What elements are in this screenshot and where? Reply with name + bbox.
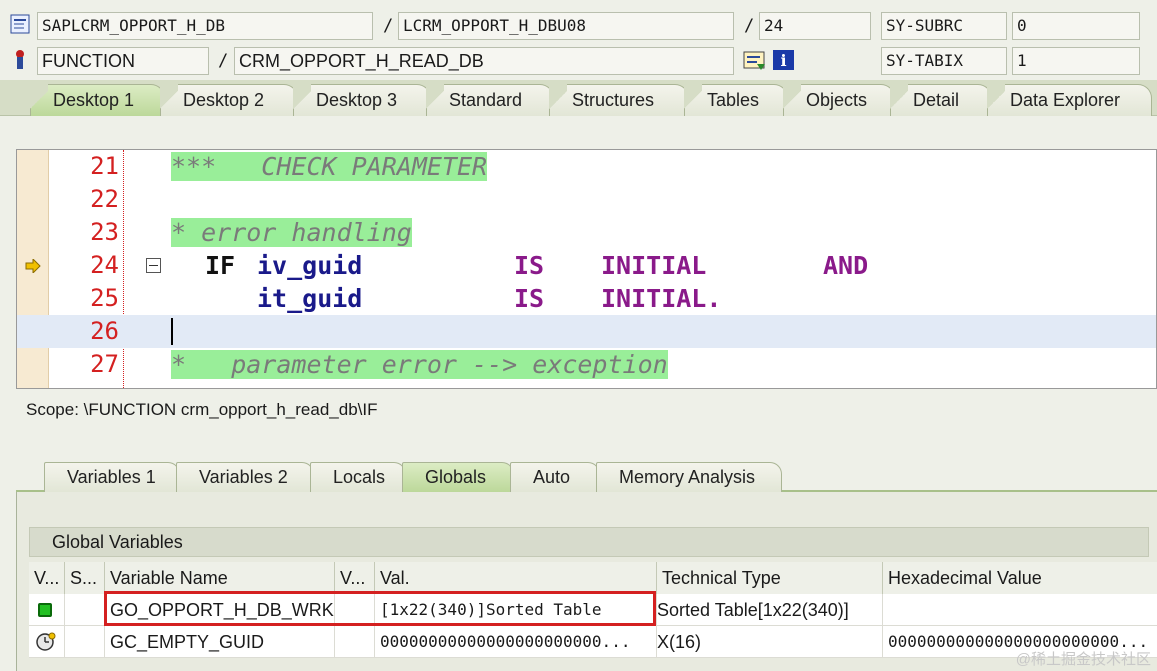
tab-structures[interactable]: Structures: [549, 84, 689, 116]
highlight-box: [104, 591, 656, 626]
include-field[interactable]: LCRM_OPPORT_H_DBU08: [398, 12, 734, 40]
table-header: V... S... Variable Name V... Val. Techni…: [29, 562, 1157, 594]
tab-globals[interactable]: Globals: [402, 462, 514, 492]
keyword: INITIAL: [601, 251, 707, 280]
hex-cell: [883, 594, 1157, 626]
globals-panel: Global Variables V... S... Variable Name…: [16, 492, 1157, 671]
column-header[interactable]: V...: [29, 562, 65, 594]
code-line[interactable]: 22: [17, 183, 1156, 216]
variable: it_guid: [257, 284, 363, 313]
code-line[interactable]: 25 it_guid IS INITIAL.: [17, 282, 1156, 315]
column-header[interactable]: Variable Name: [105, 562, 335, 594]
line-number: 24: [90, 251, 119, 279]
line-number: 25: [90, 284, 119, 312]
separator-slash: /: [744, 16, 755, 36]
comment: * error handling: [171, 218, 412, 247]
type-cell: Sorted Table[1x22(340)]: [657, 594, 883, 626]
current-line-arrow-icon: [25, 257, 41, 278]
keyword: AND: [823, 251, 869, 280]
scope-label: Scope: \FUNCTION crm_opport_h_read_db\IF: [26, 400, 378, 419]
tab-detail[interactable]: Detail: [890, 84, 992, 116]
function-icon: [10, 48, 30, 70]
collapse-icon[interactable]: [146, 258, 162, 279]
line-number: 22: [90, 185, 119, 213]
program-icon: [10, 14, 30, 34]
code-text: *** CHECK PARAMETER: [171, 150, 488, 183]
separator-slash: /: [383, 16, 394, 36]
cell: [65, 594, 105, 626]
cell: [65, 626, 105, 658]
sysfield2-name[interactable]: SY-TABIX: [881, 47, 1007, 75]
tab-auto[interactable]: Auto: [510, 462, 600, 492]
tab-tables[interactable]: Tables: [684, 84, 788, 116]
column-header[interactable]: Val.: [375, 562, 657, 594]
tab-locals[interactable]: Locals: [310, 462, 406, 492]
code-text: * parameter error --> exception: [171, 348, 668, 381]
code-line[interactable]: 21 *** CHECK PARAMETER: [17, 150, 1156, 183]
comment: * parameter error --> exception: [171, 350, 668, 379]
source-editor[interactable]: 21 *** CHECK PARAMETER 22 23 * error han…: [16, 149, 1157, 389]
table-row[interactable]: GC_EMPTY_GUID 00000000000000000000000...…: [29, 626, 1157, 658]
sysfield2-value[interactable]: 1: [1012, 47, 1140, 75]
column-header[interactable]: Hexadecimal Value: [883, 562, 1157, 594]
status-cell: [29, 626, 65, 658]
event-type-field[interactable]: FUNCTION: [37, 47, 209, 75]
code-text: * error handling: [171, 216, 412, 249]
code-line[interactable]: 27 * parameter error --> exception: [17, 348, 1156, 381]
constant-clock-icon: [35, 631, 57, 658]
line-number: 23: [90, 218, 119, 246]
tab-variables-1[interactable]: Variables 1: [44, 462, 180, 492]
column-header[interactable]: V...: [335, 562, 375, 594]
code-line[interactable]: 23 * error handling: [17, 216, 1156, 249]
keyword: IS: [514, 284, 545, 313]
panel-title: Global Variables: [29, 527, 1149, 557]
text-cursor: [171, 318, 173, 345]
tab-standard[interactable]: Standard: [426, 84, 554, 116]
tab-desktop-1[interactable]: Desktop 1: [30, 84, 165, 116]
navigate-source-icon[interactable]: [743, 50, 767, 72]
line-number: 26: [90, 317, 119, 345]
info-icon[interactable]: i: [772, 49, 796, 71]
cell: [335, 626, 375, 658]
keyword: IS: [514, 251, 545, 280]
separator-slash: /: [218, 51, 229, 71]
sysfield1-name[interactable]: SY-SUBRC: [881, 12, 1007, 40]
svg-text:i: i: [780, 51, 786, 70]
line-number: 27: [90, 350, 119, 378]
program-field[interactable]: SAPLCRM_OPPORT_H_DB: [37, 12, 373, 40]
tab-data-explorer[interactable]: Data Explorer: [987, 84, 1152, 116]
code-line-current[interactable]: 24 IF iv_guid IS INITIAL AND: [17, 249, 1156, 282]
column-header[interactable]: S...: [65, 562, 105, 594]
keyword-if: IF: [205, 251, 236, 280]
sysfield1-value[interactable]: 0: [1012, 12, 1140, 40]
type-cell: X(16): [657, 626, 883, 658]
line-number-field[interactable]: 24: [759, 12, 871, 40]
event-name-field[interactable]: CRM_OPPORT_H_READ_DB: [234, 47, 734, 75]
variable: iv_guid: [257, 251, 363, 280]
tab-desktop-2[interactable]: Desktop 2: [160, 84, 298, 116]
desktop-tabbar: Desktop 1 Desktop 2 Desktop 3 Standard S…: [0, 80, 1157, 116]
tab-desktop-3[interactable]: Desktop 3: [293, 84, 431, 116]
tab-content-strip: [0, 117, 1157, 147]
value-cell[interactable]: 00000000000000000000000...: [375, 626, 657, 658]
tab-variables-2[interactable]: Variables 2: [176, 462, 314, 492]
line-number: 21: [90, 152, 119, 180]
status-cell: [29, 594, 65, 626]
keyword: INITIAL.: [601, 284, 722, 313]
comment: *** CHECK PARAMETER: [171, 152, 488, 181]
code-line-cursor[interactable]: 26: [17, 315, 1156, 348]
tab-objects[interactable]: Objects: [783, 84, 895, 116]
green-square-icon: [38, 603, 52, 617]
watermark: @稀土掘金技术社区: [1015, 651, 1151, 668]
tab-memory-analysis[interactable]: Memory Analysis: [596, 462, 782, 492]
column-header[interactable]: Technical Type: [657, 562, 883, 594]
variable-name-cell[interactable]: GC_EMPTY_GUID: [105, 626, 335, 658]
variables-tabbar: Variables 1 Variables 2 Locals Globals A…: [16, 460, 1157, 492]
